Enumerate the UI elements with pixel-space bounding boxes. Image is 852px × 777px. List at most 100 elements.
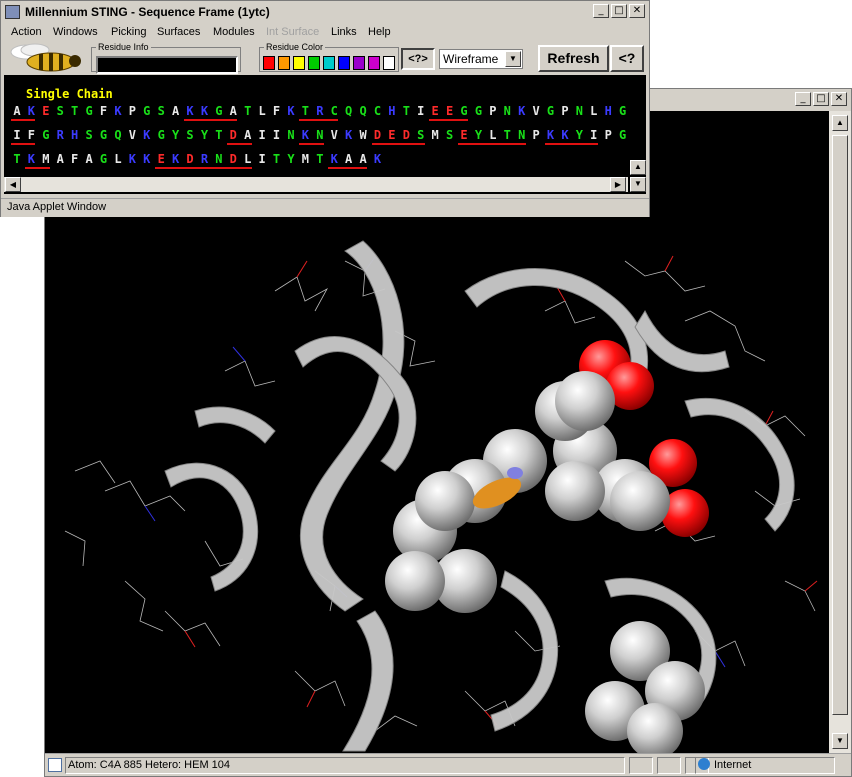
chevron-down-icon[interactable]: ▼ (505, 51, 521, 67)
residue[interactable]: D (227, 152, 239, 166)
residue[interactable]: K (126, 152, 138, 166)
residue[interactable]: T (501, 128, 513, 142)
menu-surfaces[interactable]: Surfaces (157, 26, 200, 38)
residue[interactable]: T (11, 152, 23, 166)
residue[interactable]: G (617, 104, 629, 118)
color-swatch[interactable] (278, 56, 290, 70)
residue[interactable]: K (545, 128, 557, 142)
residue[interactable]: S (54, 104, 66, 118)
residue[interactable]: H (602, 104, 614, 118)
residue[interactable]: K (25, 152, 37, 166)
residue[interactable]: S (155, 104, 167, 118)
residue[interactable]: E (444, 104, 456, 118)
residue[interactable]: F (25, 128, 37, 142)
residue[interactable]: D (400, 128, 412, 142)
close-icon[interactable]: ✕ (629, 4, 645, 18)
residue[interactable]: P (126, 104, 138, 118)
menu-modules[interactable]: Modules (213, 26, 255, 38)
residue[interactable]: N (573, 104, 585, 118)
residue[interactable]: C (372, 104, 384, 118)
residue[interactable]: G (83, 104, 95, 118)
residue[interactable]: I (11, 128, 23, 142)
residue[interactable]: A (227, 104, 239, 118)
residue[interactable]: K (141, 128, 153, 142)
residue[interactable]: L (256, 104, 268, 118)
residue[interactable]: C (328, 104, 340, 118)
residue[interactable]: H (386, 104, 398, 118)
minimize-icon[interactable]: _ (593, 4, 609, 18)
residue[interactable]: Q (357, 104, 369, 118)
scroll-thumb[interactable] (832, 135, 848, 715)
color-swatch[interactable] (323, 56, 335, 70)
residue[interactable]: N (285, 128, 297, 142)
color-help-button[interactable]: <?> (401, 48, 435, 70)
menu-help[interactable]: Help (368, 26, 391, 38)
residue[interactable]: D (184, 152, 196, 166)
residue[interactable]: T (213, 128, 225, 142)
residue[interactable]: R (314, 104, 326, 118)
residue[interactable]: G (545, 104, 557, 118)
residue-info-field[interactable] (96, 56, 238, 74)
residue[interactable]: G (472, 104, 484, 118)
residue[interactable]: D (372, 128, 384, 142)
residue[interactable]: K (170, 152, 182, 166)
residue[interactable]: F (98, 104, 110, 118)
residue[interactable]: G (155, 128, 167, 142)
residue[interactable]: Q (343, 104, 355, 118)
color-swatch[interactable] (308, 56, 320, 70)
residue[interactable]: Y (472, 128, 484, 142)
residue[interactable]: K (516, 104, 528, 118)
residue[interactable]: E (429, 104, 441, 118)
menu-links[interactable]: Links (331, 26, 357, 38)
residue[interactable]: N (213, 152, 225, 166)
residue[interactable]: K (198, 104, 210, 118)
residue[interactable]: W (357, 128, 369, 142)
sequence-horizontal-scrollbar[interactable]: ◀ ▶ (4, 177, 628, 192)
residue[interactable]: Y (170, 128, 182, 142)
residue[interactable]: V (126, 128, 138, 142)
residue[interactable]: M (299, 152, 311, 166)
residue[interactable]: I (256, 128, 268, 142)
residue[interactable]: S (415, 128, 427, 142)
residue[interactable]: E (155, 152, 167, 166)
residue[interactable]: T (400, 104, 412, 118)
residue[interactable]: K (299, 128, 311, 142)
close-icon[interactable]: ✕ (831, 92, 847, 106)
color-swatch[interactable] (353, 56, 365, 70)
residue[interactable]: S (444, 128, 456, 142)
residue[interactable]: M (40, 152, 52, 166)
residue[interactable]: K (372, 152, 384, 166)
residue[interactable]: L (588, 104, 600, 118)
residue[interactable]: N (516, 128, 528, 142)
menu-picking[interactable]: Picking (111, 26, 146, 38)
residue[interactable]: D (227, 128, 239, 142)
residue[interactable]: S (83, 128, 95, 142)
residue[interactable]: Q (112, 128, 124, 142)
residue[interactable]: K (343, 128, 355, 142)
residue[interactable]: G (40, 128, 52, 142)
residue[interactable]: K (112, 104, 124, 118)
menu-int-surface[interactable]: Int Surface (266, 26, 319, 38)
residue[interactable]: S (184, 128, 196, 142)
residue[interactable]: L (487, 128, 499, 142)
residue[interactable]: R (54, 128, 66, 142)
residue[interactable]: T (314, 152, 326, 166)
help-button[interactable]: <? (610, 45, 644, 72)
residue[interactable]: A (83, 152, 95, 166)
residue[interactable]: N (501, 104, 513, 118)
residue[interactable]: H (69, 128, 81, 142)
viewer-vertical-scrollbar[interactable]: ▲ ▼ (829, 111, 851, 753)
residue[interactable]: F (69, 152, 81, 166)
residue[interactable]: G (458, 104, 470, 118)
residue[interactable]: K (328, 152, 340, 166)
residue[interactable]: L (112, 152, 124, 166)
residue[interactable]: I (256, 152, 268, 166)
scroll-up-icon[interactable]: ▲ (832, 115, 848, 131)
residue[interactable]: P (530, 128, 542, 142)
scroll-down-icon[interactable]: ▼ (832, 733, 848, 749)
scroll-right-icon[interactable]: ▶ (610, 177, 626, 192)
residue[interactable]: A (357, 152, 369, 166)
residue[interactable]: V (530, 104, 542, 118)
residue[interactable]: G (98, 152, 110, 166)
residue[interactable]: Y (198, 128, 210, 142)
